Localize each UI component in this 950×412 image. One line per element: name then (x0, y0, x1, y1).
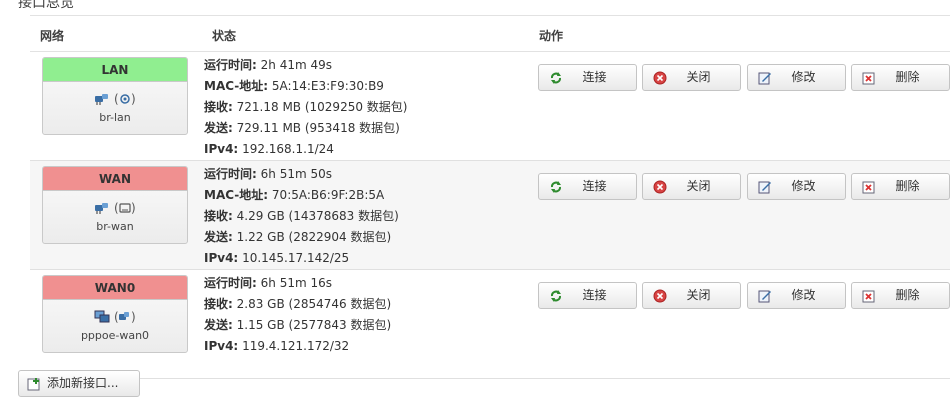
reconnect-icon (551, 181, 561, 193)
svg-text:): ) (131, 92, 136, 106)
interface-status: 运行时间: 6h 51m 16s 接收: 2.83 GB (2854746 数据… (204, 273, 391, 357)
svg-text:): ) (131, 310, 136, 324)
edit-button[interactable]: 修改 (747, 173, 846, 200)
svg-text:(: ( (114, 92, 119, 106)
uptime-value: 6h 51m 16s (260, 276, 332, 290)
ipv4-value: 10.145.17.142/25 (242, 251, 350, 265)
delete-icon (862, 181, 875, 194)
uptime-label: 运行时间: (204, 58, 257, 72)
add-interface-label: 添加新接口... (47, 376, 119, 390)
rx-value: 2.83 GB (2854746 数据包) (236, 297, 392, 311)
rx-label: 接收: (204, 100, 233, 114)
svg-text:(: ( (114, 201, 119, 215)
ipv4-label: IPv4: (204, 339, 239, 353)
stop-icon (653, 180, 667, 194)
edit-button[interactable]: 修改 (747, 64, 846, 91)
tx-value: 729.11 MB (953418 数据包) (236, 121, 400, 135)
tx-label: 发送: (204, 318, 233, 332)
interface-icons: () (43, 91, 187, 107)
uptime-value: 2h 41m 49s (260, 58, 332, 72)
interface-name: WAN (43, 167, 187, 191)
interface-row-wan: WAN () br-wan 运行时间: 6h 51m 50s MAC-地址: 7… (30, 161, 950, 270)
delete-icon (862, 290, 875, 303)
table-header: 网络 状态 动作 (30, 15, 950, 52)
interface-row-wan0: WAN0 () pppoe-wan0 运行时间: 6h 51m 16s 接收: … (30, 270, 950, 379)
delete-button[interactable]: 删除 (851, 282, 950, 309)
delete-icon (862, 72, 875, 85)
uptime-label: 运行时间: (204, 167, 257, 181)
interface-badge-lan: LAN () br-lan (42, 57, 188, 135)
mac-label: MAC-地址: (204, 79, 269, 93)
delete-button[interactable]: 删除 (851, 173, 950, 200)
interface-name: LAN (43, 58, 187, 82)
delete-button[interactable]: 删除 (851, 64, 950, 91)
stop-icon (653, 71, 667, 85)
interface-badge-wan: WAN () br-wan (42, 166, 188, 244)
ethernet-icon: () (114, 201, 136, 215)
mac-value: 70:5A:B6:9F:2B:5A (271, 188, 385, 202)
mac-label: MAC-地址: (204, 188, 269, 202)
connect-button[interactable]: 连接 (538, 282, 637, 309)
stop-icon (653, 289, 667, 303)
rx-value: 4.29 GB (14378683 数据包) (236, 209, 399, 223)
rx-label: 接收: (204, 209, 233, 223)
header-status: 状态 (212, 29, 237, 43)
ethernet-icon (95, 93, 109, 105)
header-actions: 动作 (539, 29, 564, 43)
reconnect-icon (551, 290, 561, 302)
interface-icons: () (43, 309, 187, 325)
interfaces-table: 网络 状态 动作 LAN () br-lan 运行时间: 2h 41m 49s … (30, 15, 950, 379)
device-name: br-lan (99, 111, 131, 124)
reconnect-icon (551, 72, 561, 84)
ipv4-label: IPv4: (204, 251, 239, 265)
edit-button[interactable]: 修改 (747, 282, 846, 309)
stop-button[interactable]: 关闭 (642, 64, 741, 91)
edit-icon (758, 290, 771, 303)
interface-name: WAN0 (43, 276, 187, 300)
rx-label: 接收: (204, 297, 233, 311)
uptime-label: 运行时间: (204, 276, 257, 290)
uptime-value: 6h 51m 50s (260, 167, 332, 181)
wifi-icon: () (114, 92, 136, 106)
tx-label: 发送: (204, 121, 233, 135)
ethernet-icon (95, 202, 109, 214)
connect-button[interactable]: 连接 (538, 173, 637, 200)
device-name: pppoe-wan0 (80, 329, 150, 342)
svg-text:): ) (131, 201, 136, 215)
section-title: 接口总览 (18, 0, 74, 11)
edit-icon (758, 181, 771, 194)
interface-status: 运行时间: 6h 51m 50s MAC-地址: 70:5A:B6:9F:2B:… (204, 164, 399, 269)
add-interface-button[interactable]: 添加新接口... (18, 370, 140, 397)
interface-icons: () (43, 200, 187, 216)
edit-icon (758, 72, 771, 85)
stop-button[interactable]: 关闭 (642, 282, 741, 309)
device-name: br-wan (96, 220, 134, 233)
tx-label: 发送: (204, 230, 233, 244)
svg-text:(: ( (114, 310, 119, 324)
mac-value: 5A:14:E3:F9:30:B9 (271, 79, 384, 93)
add-icon (27, 378, 40, 391)
connect-button[interactable]: 连接 (538, 64, 637, 91)
ppp-icon (94, 310, 110, 322)
header-network: 网络 (40, 29, 65, 43)
ipv4-value: 119.4.121.172/32 (242, 339, 350, 353)
stop-button[interactable]: 关闭 (642, 173, 741, 200)
ipv4-label: IPv4: (204, 142, 239, 156)
ethernet-icon: () (114, 310, 136, 324)
rx-value: 721.18 MB (1029250 数据包) (236, 100, 408, 114)
tx-value: 1.22 GB (2822904 数据包) (236, 230, 392, 244)
ipv4-value: 192.168.1.1/24 (242, 142, 334, 156)
interface-badge-wan0: WAN0 () pppoe-wan0 (42, 275, 188, 353)
tx-value: 1.15 GB (2577843 数据包) (236, 318, 392, 332)
interface-row-lan: LAN () br-lan 运行时间: 2h 41m 49s MAC-地址: 5… (30, 52, 950, 161)
interface-status: 运行时间: 2h 41m 49s MAC-地址: 5A:14:E3:F9:30:… (204, 55, 407, 160)
